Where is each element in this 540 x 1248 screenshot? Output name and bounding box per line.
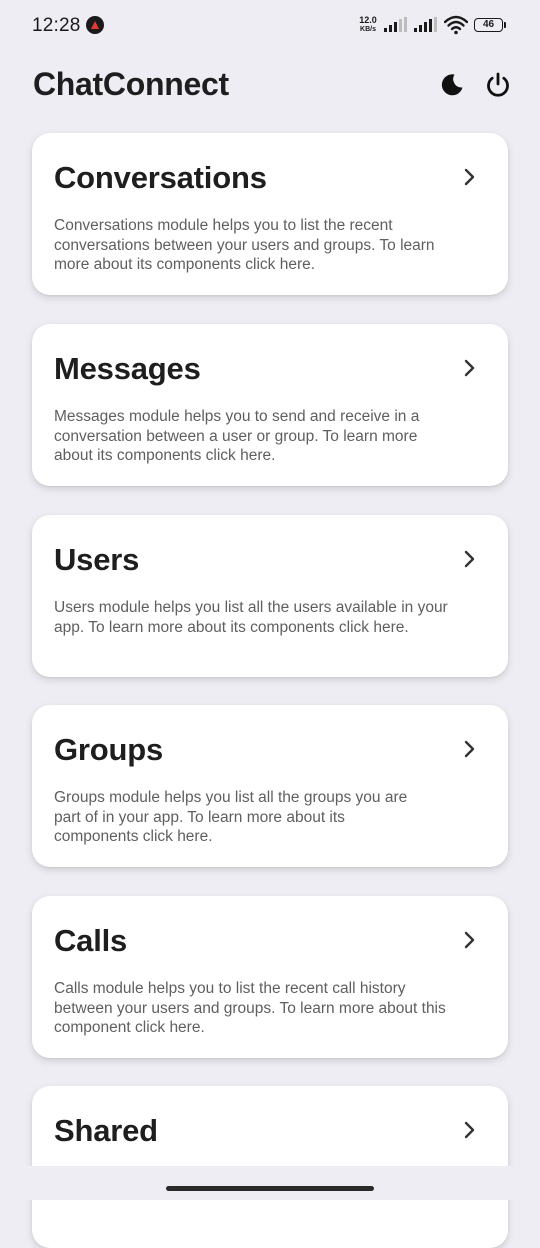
app-title: ChatConnect [33, 66, 229, 102]
card-title: Shared [54, 1113, 158, 1148]
navigation-bar [0, 1166, 540, 1200]
card-title: Calls [54, 923, 128, 958]
status-time: 12:28 [32, 15, 81, 36]
module-card-conversations[interactable]: Conversations Conversations module helps… [32, 133, 508, 295]
battery-icon: 46 [474, 18, 503, 32]
network-speed: 12.0 KB/s [355, 16, 381, 34]
module-card-users[interactable]: Users Users module helps you list all th… [32, 515, 508, 677]
network-speed-value: 12.0 [359, 15, 377, 25]
notification-icon [86, 16, 104, 34]
module-card-calls[interactable]: Calls Calls module helps you to list the… [32, 896, 508, 1058]
chevron-right-icon [464, 740, 475, 758]
logout-button[interactable] [483, 70, 513, 100]
chevron-right-icon [464, 168, 475, 186]
network-speed-unit: KB/s [360, 26, 376, 33]
battery-tip [504, 22, 506, 28]
power-icon [487, 72, 509, 97]
card-description: Calls module helps you to list the recen… [54, 980, 446, 1036]
signal-icon-secondary [414, 17, 437, 32]
card-title: Messages [54, 351, 201, 386]
card-description: Groups module helps you list all the gro… [54, 789, 408, 845]
module-card-messages[interactable]: Messages Messages module helps you to se… [32, 324, 508, 486]
card-description: Messages module helps you to send and re… [54, 408, 420, 464]
card-description: Conversations module helps you to list t… [54, 217, 435, 273]
card-title: Users [54, 542, 140, 577]
chevron-right-icon [464, 1121, 475, 1139]
moon-icon [441, 74, 463, 96]
card-description: Users module helps you list all the user… [54, 599, 448, 636]
card-title: Groups [54, 732, 164, 767]
module-card-groups[interactable]: Groups Groups module helps you list all … [32, 705, 508, 867]
chevron-right-icon [464, 550, 475, 568]
chevron-right-icon [464, 359, 475, 377]
theme-toggle-button[interactable] [437, 70, 467, 100]
wifi-icon [444, 15, 468, 35]
signal-icon [384, 17, 407, 32]
home-indicator[interactable] [166, 1186, 374, 1191]
card-title: Conversations [54, 160, 267, 195]
chevron-right-icon [464, 931, 475, 949]
status-bar: 12:28 12.0 KB/s 46 [0, 0, 540, 52]
